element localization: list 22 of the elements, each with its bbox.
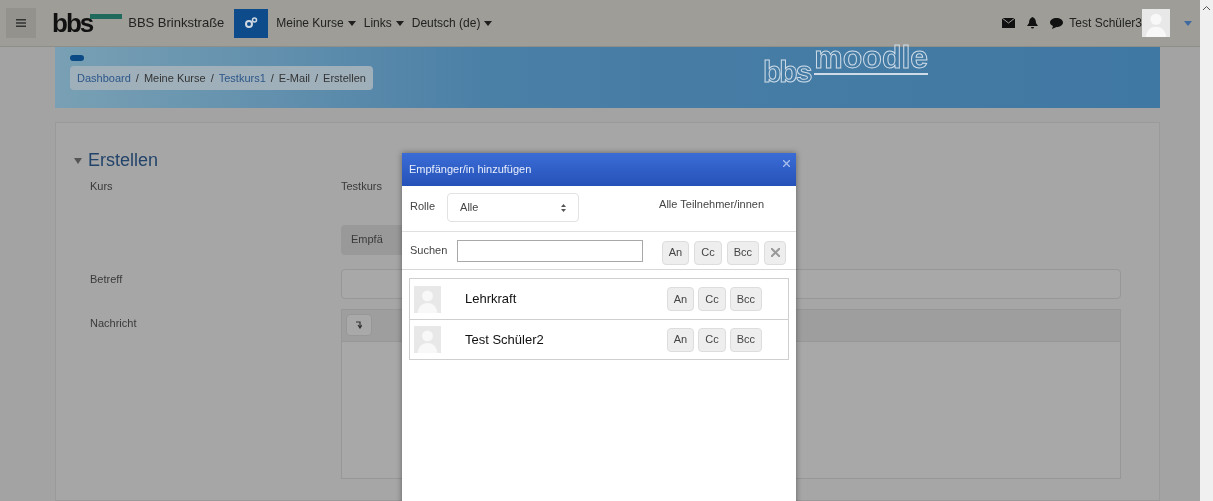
breadcrumb-item: Erstellen bbox=[323, 70, 366, 86]
breadcrumb-separator: / bbox=[210, 70, 214, 86]
user-name: Test Schüler3 bbox=[1069, 15, 1142, 32]
banner-logo-right: moodle bbox=[814, 41, 929, 75]
breadcrumb-separator: / bbox=[270, 70, 274, 86]
field-label: Betreff bbox=[89, 271, 124, 287]
breadcrumb-separator: / bbox=[135, 70, 139, 86]
dialog-title: Empfänger/in hinzufügen bbox=[409, 162, 532, 178]
site-name: BBS Brinkstraße bbox=[128, 14, 225, 33]
all-participants-label: Alle Teilnehmer/innen bbox=[659, 197, 765, 212]
breadcrumb-separator: / bbox=[315, 70, 319, 86]
user-name: Test Schüler2 bbox=[465, 330, 544, 349]
section-title: Erstellen bbox=[88, 149, 159, 172]
breadcrumb-item: Meine Kurse bbox=[143, 70, 206, 86]
field-label: Kurs bbox=[89, 179, 114, 194]
site-logo: bbs bbox=[52, 10, 93, 36]
user-name: Lehrkraft bbox=[465, 290, 517, 309]
banner-logo-left: bbs bbox=[763, 57, 811, 87]
field-label: Nachricht bbox=[89, 315, 138, 331]
course-value: Testkurs bbox=[341, 179, 383, 194]
role-label: Rolle bbox=[410, 199, 436, 214]
breadcrumb-item: E-Mail bbox=[278, 70, 311, 86]
